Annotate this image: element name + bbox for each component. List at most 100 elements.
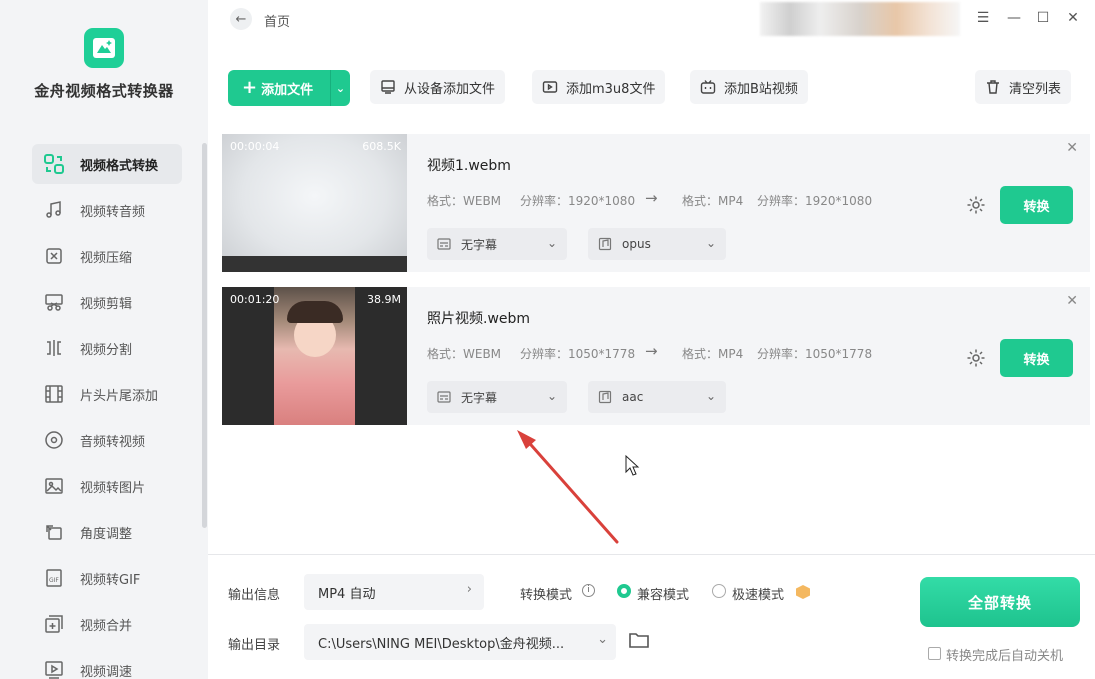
compat-mode-label[interactable]: 兼容模式: [637, 584, 689, 603]
gear-icon[interactable]: [966, 348, 986, 372]
chevron-right-icon: ›: [466, 582, 472, 597]
trash-icon: [985, 79, 1001, 95]
chevron-down-icon: ⌄: [705, 389, 716, 403]
sidebar-item-split[interactable]: 视频分割: [32, 325, 182, 371]
output-dir-select[interactable]: C:\Users\NING MEI\Desktop\金舟视频... ⌄: [304, 624, 616, 660]
audio-track-select[interactable]: opus ⌄: [588, 228, 726, 260]
close-window-icon[interactable]: ✕: [1064, 10, 1082, 26]
convert-button[interactable]: 转换: [1000, 186, 1073, 224]
add-bilibili-label: 添加B站视频: [724, 81, 798, 97]
device-icon: [380, 79, 396, 95]
add-from-device-label: 从设备添加文件: [404, 81, 496, 97]
add-from-device-button[interactable]: 从设备添加文件: [370, 70, 506, 104]
scissors-icon: [42, 290, 66, 314]
info-icon[interactable]: i: [582, 584, 595, 597]
convert-button[interactable]: 转换: [1000, 339, 1073, 377]
sidebar-item-label: 视频合并: [80, 618, 133, 634]
clear-list-button[interactable]: 清空列表: [975, 70, 1072, 104]
sidebar-item-label: 视频转音频: [80, 204, 146, 220]
chevron-down-icon: ⌄: [546, 389, 557, 403]
remove-file-icon[interactable]: ✕: [1066, 140, 1078, 156]
audio-track-icon: [598, 237, 612, 251]
output-dir-label: 输出目录: [228, 638, 281, 653]
sidebar-item-merge[interactable]: 视频合并: [32, 601, 182, 647]
plus-icon: +: [242, 77, 258, 98]
remove-file-icon[interactable]: ✕: [1066, 293, 1078, 309]
chevron-down-icon[interactable]: ⌄: [330, 70, 350, 106]
vip-badge-icon: [796, 585, 810, 599]
file-card: 00:00:04 608.5K 视频1.webm 格式：WEBM 分辨率：192…: [222, 134, 1090, 272]
gear-icon[interactable]: [966, 195, 986, 219]
annotation-arrow-icon: [522, 435, 619, 544]
video-thumbnail: 00:01:20 38.9M: [222, 287, 407, 425]
sidebar-item-speed[interactable]: 视频调速: [32, 647, 182, 679]
file-card: 00:01:20 38.9M 照片视频.webm 格式：WEBM 分辨率：105…: [222, 287, 1090, 425]
app-name: 金舟视频格式转换器: [34, 82, 174, 100]
folder-icon[interactable]: [628, 630, 650, 654]
sidebar-item-label: 片头片尾添加: [80, 388, 159, 404]
output-info-label: 输出信息: [228, 588, 281, 603]
subtitle-select[interactable]: 无字幕 ⌄: [427, 381, 567, 413]
sidebar-item-audio-to-video[interactable]: 音频转视频: [32, 417, 182, 463]
output-info-select[interactable]: MP4 自动 ›: [304, 574, 484, 610]
sidebar-item-label: 音频转视频: [80, 434, 146, 450]
source-resolution: 分辨率：1920*1080: [520, 194, 636, 208]
ad-banner[interactable]: [760, 2, 960, 36]
image-icon: [42, 474, 66, 498]
audio-icon: [42, 198, 66, 222]
add-m3u8-label: 添加m3u8文件: [566, 81, 656, 97]
sidebar-item-label: 视频格式转换: [80, 158, 159, 174]
back-button[interactable]: ←: [230, 8, 252, 30]
add-m3u8-button[interactable]: 添加m3u8文件: [532, 70, 666, 104]
bilibili-icon: [700, 79, 716, 95]
sidebar-scrollbar[interactable]: [202, 143, 207, 528]
auto-shutdown-label[interactable]: 转换完成后自动关机: [946, 645, 1063, 664]
minimize-icon[interactable]: —: [1005, 10, 1023, 26]
add-bilibili-button[interactable]: 添加B站视频: [690, 70, 808, 104]
chevron-down-icon: ⌄: [546, 236, 557, 250]
convert-all-button[interactable]: 全部转换: [920, 577, 1080, 627]
annotation-arrowhead-icon: [517, 430, 536, 449]
output-info-value: MP4 自动: [318, 586, 376, 602]
sidebar-item-video-to-image[interactable]: 视频转图片: [32, 463, 182, 509]
audio-track-value: aac: [622, 390, 644, 404]
film-icon: [42, 382, 66, 406]
hair: [287, 301, 343, 323]
audio-track-select[interactable]: aac ⌄: [588, 381, 726, 413]
subtitle-icon: [437, 390, 451, 404]
sidebar-item-video-to-audio[interactable]: 视频转音频: [32, 187, 182, 233]
gif-icon: GIF: [42, 566, 66, 590]
maximize-icon[interactable]: ☐: [1034, 10, 1052, 26]
file-size: 38.9M: [367, 293, 401, 306]
video-file-icon: [542, 79, 558, 95]
svg-text:GIF: GIF: [49, 577, 59, 584]
add-file-button[interactable]: + 添加文件 ⌄: [228, 70, 350, 106]
sidebar-item-label: 视频调速: [80, 664, 133, 679]
sidebar-item-label: 视频分割: [80, 342, 133, 358]
split-icon: [42, 336, 66, 360]
speed-icon: [42, 658, 66, 679]
fast-mode-label[interactable]: 极速模式: [732, 584, 784, 603]
sidebar-item-rotate[interactable]: 角度调整: [32, 509, 182, 555]
format-convert-icon: [42, 152, 66, 176]
compress-icon: [42, 244, 66, 268]
compat-mode-radio[interactable]: [617, 584, 631, 598]
sidebar-item-intro-outro[interactable]: 片头片尾添加: [32, 371, 182, 417]
sidebar: 金舟视频格式转换器 视频格式转换 视频转音频 视频压缩 视频剪辑 视频分割 片头…: [0, 0, 208, 679]
merge-icon: [42, 612, 66, 636]
sidebar-item-label: 视频压缩: [80, 250, 133, 266]
auto-shutdown-checkbox[interactable]: [928, 647, 941, 660]
breadcrumb[interactable]: 首页: [264, 11, 290, 30]
subtitle-select[interactable]: 无字幕 ⌄: [427, 228, 567, 260]
sidebar-item-edit[interactable]: 视频剪辑: [32, 279, 182, 325]
sidebar-item-compress[interactable]: 视频压缩: [32, 233, 182, 279]
source-format: 格式：WEBM: [427, 194, 502, 208]
sidebar-item-label: 视频转GIF: [80, 572, 141, 588]
sidebar-item-label: 角度调整: [80, 526, 133, 542]
source-format: 格式：WEBM: [427, 347, 502, 361]
sidebar-item-format-convert[interactable]: 视频格式转换: [32, 144, 182, 184]
sidebar-item-gif[interactable]: GIF 视频转GIF: [32, 555, 182, 601]
menu-icon[interactable]: ☰: [974, 10, 992, 26]
add-file-label: 添加文件: [261, 82, 314, 98]
fast-mode-radio[interactable]: [712, 584, 726, 598]
